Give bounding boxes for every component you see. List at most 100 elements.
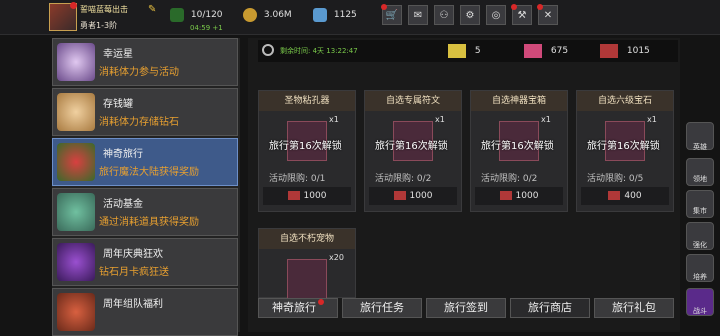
tab-label: 旅行任务 — [360, 301, 404, 314]
unlock-requirement: 旅行第16次解锁 — [587, 141, 660, 152]
shop-item-title: 自选神器宝箱 — [471, 91, 567, 111]
shop-item-card[interactable]: 自选六级宝石 x1 旅行第16次解锁 活动限购: 0/5 400 — [576, 90, 674, 212]
event-subtitle: 消耗体力参与活动 — [99, 67, 179, 78]
battle-label: 战斗 — [693, 307, 707, 315]
stamina-icon — [170, 7, 184, 22]
top-bar: 誓喵蓝莓出击 勇者1-3阶 ✎ 10/120 04:59 +1 3.06M 11… — [0, 0, 720, 35]
mail-icon[interactable]: ✉ — [408, 5, 428, 25]
event-subtitle: 旅行魔法大陆获得奖励 — [99, 167, 199, 178]
event-title: 幸运星 — [103, 49, 133, 60]
shop-item-title: 圣物粘孔器 — [259, 91, 355, 111]
event-card-piggy-bank[interactable]: 存钱罐 消耗体力存储钻石 — [52, 88, 238, 136]
cart-icon[interactable]: 🛒 — [381, 4, 402, 25]
shop-item-card[interactable]: 圣物粘孔器 x1 旅行第16次解锁 活动限购: 0/1 1000 — [258, 90, 356, 212]
unlock-requirement: 旅行第16次解锁 — [481, 141, 554, 152]
event-icon[interactable]: ◎ — [486, 5, 506, 25]
shoe-icon — [287, 191, 300, 200]
event-card-magic-travel[interactable]: 神奇旅行 旅行魔法大陆获得奖励 — [52, 138, 238, 186]
event-title: 周年组队福利 — [103, 299, 163, 310]
shop-item-title: 自选不朽宠物 — [259, 229, 355, 249]
event-title: 周年庆典狂欢 — [103, 249, 163, 260]
notification-dot — [70, 2, 77, 9]
stamina-display[interactable]: 10/120 — [170, 7, 223, 23]
shoes-display: 1015 — [600, 43, 650, 59]
item-count: x1 — [435, 115, 445, 124]
ticket-icon — [448, 43, 466, 58]
candy-icon — [524, 43, 542, 58]
purchase-limit: 活动限购: 0/2 — [375, 174, 432, 184]
shoe-icon — [600, 43, 618, 58]
shoe-icon — [393, 191, 406, 200]
tab-label: 神奇旅行 — [272, 301, 316, 314]
event-subtitle: 消耗体力存储钻石 — [99, 117, 179, 128]
gamepad-icon[interactable]: ⚇ — [434, 5, 454, 25]
gem-icon — [313, 7, 327, 22]
event-card-anniversary[interactable]: 周年庆典狂欢 钻石月卡疯狂送 — [52, 238, 238, 286]
tab-travel-task[interactable]: 旅行任务 — [342, 298, 422, 318]
gift-icon — [57, 143, 95, 181]
price-button[interactable]: 1000 — [475, 187, 563, 205]
shoe-icon — [499, 191, 512, 200]
tab-label: 旅行商店 — [528, 301, 572, 314]
tab-travel-giftpack[interactable]: 旅行礼包 — [594, 298, 674, 318]
unlock-requirement: 旅行第16次解锁 — [269, 141, 342, 152]
shop-item-title: 自选专属符文 — [365, 91, 461, 111]
event-card-team-welfare[interactable]: 周年组队福利 — [52, 288, 238, 336]
shop-item-card[interactable]: 自选专属符文 x1 旅行第16次解锁 活动限购: 0/2 1000 — [364, 90, 462, 212]
tab-label: 旅行签到 — [444, 301, 488, 314]
shop-item-title: 自选六级宝石 — [577, 91, 673, 111]
purchase-limit: 活动限购: 0/1 — [269, 174, 326, 184]
event-subtitle: 钻石月卡疯狂送 — [99, 267, 169, 278]
event-list-panel: 幸运星 消耗体力参与活动 存钱罐 消耗体力存储钻石 神奇旅行 旅行魔法大陆获得奖… — [52, 38, 240, 336]
item-count: x1 — [541, 115, 551, 124]
tab-magic-travel[interactable]: 神奇旅行 — [258, 298, 338, 318]
purchase-limit: 活动限购: 0/2 — [481, 174, 538, 184]
price-value: 1000 — [303, 191, 327, 201]
item-icon — [287, 259, 327, 299]
purchase-limit: 活动限购: 0/5 — [587, 174, 644, 184]
tab-travel-signin[interactable]: 旅行签到 — [426, 298, 506, 318]
shop-item-card[interactable]: 自选不朽宠物 x20 — [258, 228, 356, 299]
territory-label: 领地 — [693, 175, 707, 183]
treasure-icon — [57, 243, 95, 281]
star-icon — [57, 43, 95, 81]
candy-display: 675 — [524, 43, 568, 59]
gold-display[interactable]: 3.06M — [243, 7, 292, 23]
chest-icon — [57, 293, 95, 331]
enhance-label: 强化 — [693, 241, 707, 249]
price-button[interactable]: 1000 — [369, 187, 457, 205]
price-button[interactable]: 400 — [581, 187, 669, 205]
tab-travel-shop[interactable]: 旅行商店 — [510, 298, 590, 318]
player-name: 誓喵蓝莓出击 — [80, 5, 128, 14]
remaining-time: 剩余时间: 4天 13:22:47 — [280, 47, 358, 55]
moneybag-icon — [57, 193, 95, 231]
hammer-icon[interactable]: ⚒ — [511, 4, 532, 25]
gold-icon — [243, 7, 257, 22]
event-title: 存钱罐 — [103, 99, 133, 110]
shop-item-card[interactable]: 自选神器宝箱 x1 旅行第16次解锁 活动限购: 0/2 1000 — [470, 90, 568, 212]
clock-icon — [262, 44, 274, 56]
price-value: 1000 — [515, 191, 539, 201]
player-rank: 勇者1-3阶 — [80, 21, 118, 30]
item-count: x1 — [647, 115, 657, 124]
price-button[interactable]: 1000 — [263, 187, 351, 205]
exit-icon[interactable]: ✕ — [537, 4, 558, 25]
price-value: 400 — [624, 191, 642, 201]
piggybank-icon — [57, 93, 95, 131]
gems-value: 1125 — [333, 10, 357, 20]
event-subtitle: 通过消耗道具获得奖励 — [99, 217, 199, 228]
event-card-fund[interactable]: 活动基金 通过消耗道具获得奖励 — [52, 188, 238, 236]
market-label: 集市 — [693, 207, 707, 215]
cultivate-label: 培养 — [693, 273, 707, 281]
tab-label: 旅行礼包 — [612, 301, 656, 314]
event-card-lucky-star[interactable]: 幸运星 消耗体力参与活动 — [52, 38, 238, 86]
edit-icon[interactable]: ✎ — [148, 4, 156, 15]
gold-value: 3.06M — [263, 10, 292, 20]
settings-icon[interactable]: ⚙ — [460, 5, 480, 25]
stamina-value: 10/120 — [190, 10, 223, 20]
unlock-requirement: 旅行第16次解锁 — [375, 141, 448, 152]
bottom-tab-bar: 神奇旅行 旅行任务 旅行签到 旅行商店 旅行礼包 — [258, 298, 678, 320]
gems-display[interactable]: 1125 — [313, 7, 357, 23]
ticket-display: 5 — [448, 43, 481, 59]
price-value: 1000 — [409, 191, 433, 201]
